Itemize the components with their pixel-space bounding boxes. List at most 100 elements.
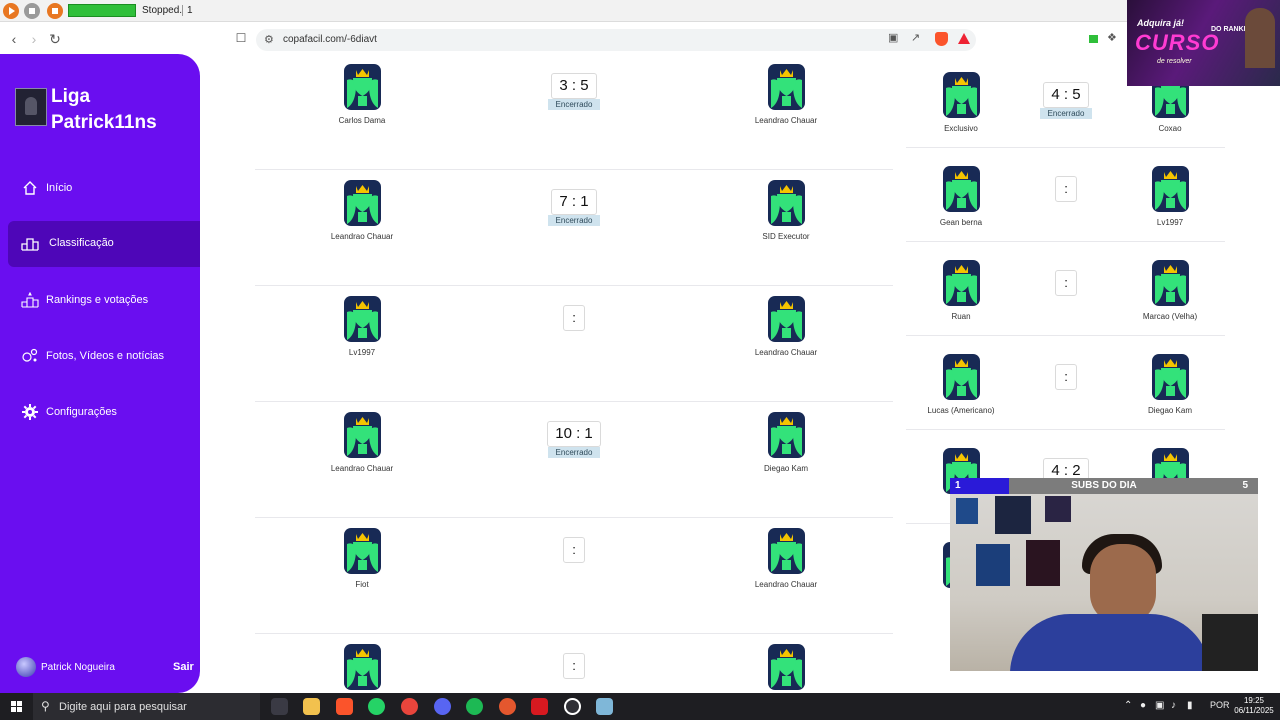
home-icon	[21, 180, 39, 198]
away-team[interactable]: Marcao (Velha)	[1125, 260, 1215, 321]
notes-icon[interactable]	[596, 698, 613, 715]
away-team[interactable]: Diegao Kam	[741, 412, 831, 473]
file-explorer-icon[interactable]	[303, 698, 320, 715]
home-team[interactable]: Exclusivo	[916, 72, 1006, 133]
match-row[interactable]: Leandrao Chauar 10 : 1 Encerrado Diegao Kam	[255, 402, 893, 518]
spotify-icon[interactable]	[466, 698, 483, 715]
team-badge-icon	[767, 296, 805, 342]
clock[interactable]: 19:25 06/11/2025	[1233, 696, 1275, 716]
sidebar-item-fotos[interactable]: Fotos, Vídeos e notícias	[8, 334, 200, 380]
score-box[interactable]: :	[1033, 176, 1099, 202]
brave-icon[interactable]	[336, 698, 353, 715]
match-list-main: Carlos Dama 3 : 5 Encerrado Leandrao Chauar…	[255, 54, 893, 693]
sidebar-item-classificacao[interactable]: Classificação	[8, 221, 200, 267]
score-box[interactable]: 3 : 5 Encerrado	[541, 73, 607, 110]
reload-icon[interactable]: ↻	[47, 31, 63, 48]
sidebar-item-inicio[interactable]: Início	[8, 166, 200, 212]
match-row[interactable]: Lucas (Americano): Diegao Kam	[906, 336, 1225, 430]
team-badge-icon	[767, 528, 805, 574]
score-box[interactable]: :	[541, 537, 607, 563]
record-icon[interactable]	[47, 3, 63, 19]
home-team-name: Carlos Dama	[338, 116, 386, 125]
home-team[interactable]: Fiot	[317, 528, 407, 589]
away-team[interactable]	[741, 644, 831, 693]
match-row[interactable]: Leandrao Chauar 7 : 1 Encerrado SID Executo…	[255, 170, 893, 286]
match-score: 7 : 1	[551, 189, 597, 215]
score-box[interactable]: :	[1033, 270, 1099, 296]
subs-goal-bar: 1 SUBS DO DIA 5	[950, 478, 1258, 494]
match-score: :	[1055, 364, 1077, 390]
team-badge-icon	[942, 354, 980, 400]
avatar[interactable]	[16, 657, 36, 677]
brave-rewards-icon[interactable]	[958, 33, 970, 44]
chrome-icon[interactable]	[401, 698, 418, 715]
away-team[interactable]: Leandrao Chauar	[741, 64, 831, 125]
obs-icon[interactable]	[564, 698, 581, 715]
task-view-icon[interactable]	[271, 698, 288, 715]
league-logo	[15, 88, 47, 126]
score-box[interactable]: :	[541, 305, 607, 331]
logout-button[interactable]: Sair	[173, 661, 194, 673]
home-team[interactable]	[317, 644, 407, 693]
volume-icon[interactable]: ♪	[1171, 700, 1176, 711]
home-team[interactable]: Carlos Dama	[317, 64, 407, 125]
home-team[interactable]: Lv1997	[317, 296, 407, 357]
home-team[interactable]: Ruan	[916, 260, 1006, 321]
match-row[interactable]: :	[255, 634, 893, 693]
promo-person	[1245, 8, 1275, 68]
site-info-icon[interactable]: ⚙	[264, 33, 274, 46]
brave-shields-icon[interactable]	[935, 32, 948, 46]
match-row[interactable]: Fiot: Leandrao Chauar	[255, 518, 893, 634]
away-team[interactable]: Lv1997	[1125, 166, 1215, 227]
score-box[interactable]: 4 : 5 Encerrado	[1033, 82, 1099, 119]
score-box[interactable]: 10 : 1 Encerrado	[541, 421, 607, 458]
home-team[interactable]: Leandrao Chauar	[317, 412, 407, 473]
match-row[interactable]: Carlos Dama 3 : 5 Encerrado Leandrao Chauar	[255, 54, 893, 170]
match-row[interactable]: Lv1997: Leandrao Chauar	[255, 286, 893, 402]
back-icon[interactable]: ‹	[6, 31, 22, 47]
home-team[interactable]: Leandrao Chauar	[317, 180, 407, 241]
bookmark-icon[interactable]: ☐	[233, 31, 249, 45]
away-team[interactable]: SID Executor	[741, 180, 831, 241]
sidebar-item-label: Início	[46, 182, 73, 194]
score-box[interactable]: 7 : 1 Encerrado	[541, 189, 607, 226]
whatsapp-icon[interactable]	[368, 698, 385, 715]
home-team[interactable]: Gean berna	[916, 166, 1006, 227]
away-team[interactable]: Diegao Kam	[1125, 354, 1215, 415]
team-badge-icon	[343, 64, 381, 110]
language-indicator[interactable]: POR	[1210, 700, 1230, 710]
windows-start-icon[interactable]	[11, 701, 22, 712]
taskbar-search[interactable]: ⚲ Digite aqui para pesquisar	[33, 693, 260, 720]
match-row[interactable]: Ruan: Marcao (Velha)	[906, 242, 1225, 336]
score-box[interactable]: :	[541, 653, 607, 679]
forward-icon[interactable]: ›	[26, 31, 42, 47]
home-team[interactable]: Lucas (Americano)	[916, 354, 1006, 415]
play-icon[interactable]	[3, 3, 19, 19]
voicemeeter-icon[interactable]	[531, 698, 548, 715]
away-team[interactable]: Leandrao Chauar	[741, 528, 831, 589]
sidebar-item-rankings[interactable]: Rankings e votações	[8, 278, 200, 324]
away-team-name: Diegao Kam	[1147, 406, 1193, 415]
install-icon[interactable]: ▣	[888, 31, 898, 44]
share-icon[interactable]: ↗	[911, 31, 920, 44]
sidebar-item-label: Classificação	[49, 237, 114, 249]
extensions-icon[interactable]: ❖	[1107, 31, 1117, 44]
tray-chevron-icon[interactable]: ⌃	[1124, 700, 1132, 711]
network-icon[interactable]: ▣	[1155, 700, 1164, 711]
sidebar-item-configuracoes[interactable]: Configurações	[8, 390, 200, 436]
battery-icon[interactable]: ▮	[1187, 700, 1193, 711]
address-bar[interactable]: ⚙ copafacil.com/-6diavt	[256, 29, 976, 51]
stop-icon[interactable]	[24, 3, 40, 19]
away-team[interactable]: Leandrao Chauar	[741, 296, 831, 357]
discord-icon[interactable]	[434, 698, 451, 715]
wall-poster	[956, 498, 978, 524]
team-badge-icon	[1151, 260, 1189, 306]
home-team-name: Gean berna	[939, 218, 983, 227]
match-row[interactable]: Gean berna: Lv1997	[906, 148, 1225, 242]
extension-icon[interactable]	[1089, 35, 1098, 43]
app-icon[interactable]	[499, 698, 516, 715]
microphone-icon[interactable]: ●	[1140, 700, 1146, 711]
wall-poster	[976, 544, 1010, 586]
sidebar-item-label: Rankings e votações	[46, 294, 149, 306]
score-box[interactable]: :	[1033, 364, 1099, 390]
